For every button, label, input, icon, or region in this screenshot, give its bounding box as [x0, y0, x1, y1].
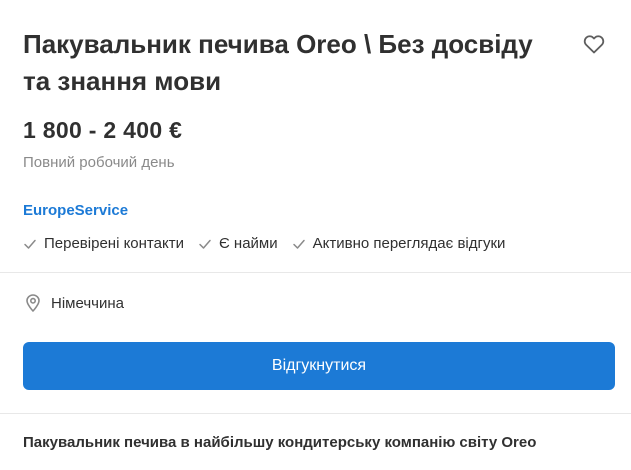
job-title: Пакувальник печива Oreo \ Без досвіду та… — [23, 29, 533, 96]
badge-label: Перевірені контакти — [44, 235, 184, 252]
badge-verified-contacts: Перевірені контакти — [23, 235, 184, 252]
apply-button[interactable]: Відгукнутися — [23, 342, 615, 390]
heart-icon[interactable] — [582, 32, 606, 56]
divider — [0, 413, 631, 414]
location-label: Німеччина — [51, 294, 124, 312]
map-pin-icon — [26, 294, 40, 312]
company-link[interactable]: EuropeService — [23, 202, 128, 219]
divider — [0, 272, 631, 273]
check-icon — [199, 239, 211, 249]
work-schedule: Повний робочий день — [23, 154, 175, 171]
badge-label: Активно переглядає відгуки — [312, 235, 506, 252]
salary: 1 800 - 2 400 € — [23, 117, 183, 143]
description-heading: Пакувальник печива в найбільшу кондитерс… — [23, 434, 537, 451]
employer-badges: Перевірені контакти Є найми Активно пере… — [23, 235, 505, 252]
badge-label: Є найми — [218, 235, 278, 252]
check-icon — [24, 239, 36, 249]
badge-active-reviews: Активно переглядає відгуки — [292, 235, 506, 252]
badge-has-hires: Є найми — [198, 235, 278, 252]
job-card: Пакувальник печива Oreo \ Без досвіду та… — [0, 0, 631, 470]
job-location: Німеччина — [23, 293, 124, 313]
check-icon — [292, 239, 305, 249]
